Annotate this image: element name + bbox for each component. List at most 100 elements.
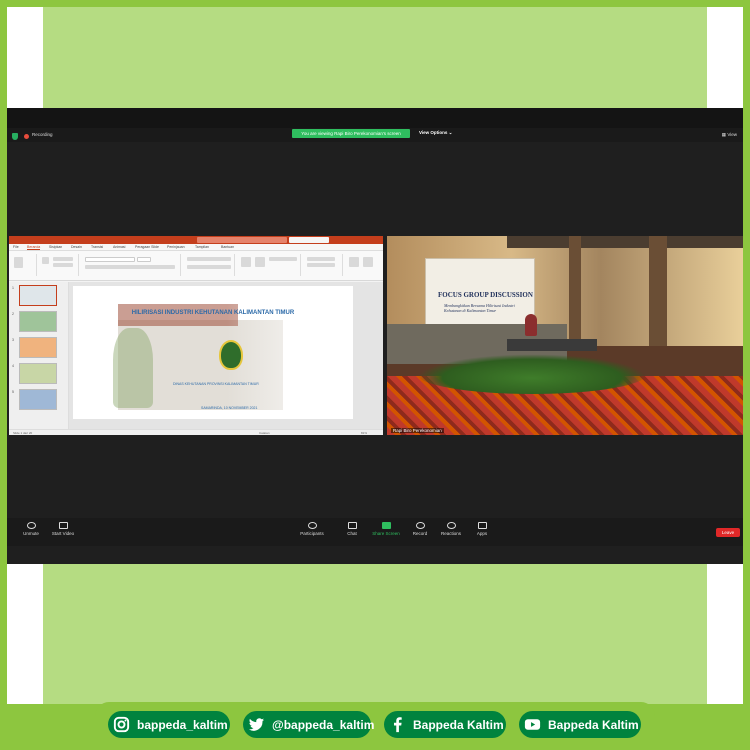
banner-subtitle: Membangkitkan Bersama Hilirisasi Industr… [444, 303, 515, 313]
participant-name-tag: Rapi Biro Perekonomian [391, 428, 444, 433]
ppt-tab[interactable]: File [13, 245, 19, 249]
ribbon-group-voice [345, 254, 379, 276]
microphone-muted-icon [26, 522, 36, 529]
security-shield-icon[interactable] [12, 133, 18, 140]
new-slide-icon[interactable] [42, 257, 49, 264]
view-options-button[interactable]: View Options ⌄ [419, 130, 452, 136]
zoom-meeting-toolbar: Unmute Start Video Participants Chat Sha… [7, 518, 743, 546]
thumb-number: 4 [12, 364, 14, 368]
ppt-tab-active[interactable]: Beranda [27, 245, 41, 250]
view-options-label: View Options [419, 130, 448, 135]
start-video-button[interactable]: Start Video [43, 522, 83, 536]
viewing-screen-banner: You are viewing Rapi Biro Perekonomian's… [292, 129, 410, 138]
shared-screen-powerpoint[interactable]: File Beranda Sisipkan Desain Transisi An… [9, 236, 383, 435]
banner-title: FOCUS GROUP DISCUSSION [438, 291, 533, 299]
zoom-window: Recording You are viewing Rapi Biro Pere… [7, 108, 743, 564]
ppt-record-area[interactable] [289, 237, 329, 243]
leave-button[interactable]: Leave [716, 528, 740, 537]
panel-table [507, 339, 597, 351]
plant-arrangement [417, 354, 647, 394]
ppt-tab[interactable]: Desain [71, 245, 82, 249]
slide-thumbnail[interactable] [19, 389, 57, 410]
start-video-label: Start Video [51, 531, 75, 536]
zoom-level[interactable]: 81% [361, 431, 367, 435]
ppt-tab[interactable]: Transisi [91, 245, 103, 249]
thumb-number: 3 [12, 338, 14, 342]
record-label: Record [412, 531, 428, 536]
slide-counter: Slide 1 dari 20 [13, 431, 33, 435]
find-icon[interactable] [307, 257, 335, 261]
view-label: View [727, 132, 737, 137]
ppt-tab[interactable]: Tampilan [195, 245, 209, 249]
chat-label: Chat [347, 531, 357, 536]
apps-grid-icon [477, 522, 487, 529]
ribbon-group-slides [39, 254, 79, 276]
slide-date: SAMARINDA, 10 NOVEMBER 2021 [201, 406, 258, 410]
recording-label: Recording [32, 132, 53, 137]
ppt-ribbon-tabs: File Beranda Sisipkan Desain Transisi An… [9, 244, 383, 251]
dictate-icon[interactable] [349, 257, 359, 267]
slide-editing-area[interactable]: HILIRISASI INDUSTRI KEHUTANAN KALIMANTAN… [69, 282, 383, 429]
list-icons[interactable] [187, 257, 231, 261]
view-button[interactable]: ▦ View [722, 132, 737, 138]
ppt-tab[interactable]: Bantuan [221, 245, 234, 249]
ppt-tab[interactable]: Sisipkan [49, 245, 62, 249]
share-screen-icon [381, 522, 391, 529]
instagram-pill[interactable]: bappeda_kaltim [108, 711, 230, 738]
slide-thumbnail[interactable] [19, 337, 57, 358]
slide-thumbnail[interactable] [19, 363, 57, 384]
facebook-pill[interactable]: Bappeda Kaltim [384, 711, 506, 738]
youtube-name: Bappeda Kaltim [548, 717, 639, 732]
slide-fade-overlay [73, 286, 353, 419]
participant-video-feed[interactable]: FOCUS GROUP DISCUSSION Membangkitkan Ber… [387, 236, 743, 435]
slide-title: HILIRISASI INDUSTRI KEHUTANAN KALIMANTAN… [131, 310, 295, 316]
font-name-select[interactable] [85, 257, 135, 262]
record-icon [415, 522, 425, 529]
replace-icon[interactable] [307, 263, 335, 267]
current-slide[interactable]: HILIRISASI INDUSTRI KEHUTANAN KALIMANTAN… [73, 286, 353, 419]
ppt-search-box[interactable] [197, 237, 287, 243]
youtube-icon [523, 715, 542, 734]
slide-thumbnail[interactable] [19, 285, 57, 306]
kaltim-emblem-logo [219, 340, 243, 370]
layout-icon[interactable] [53, 257, 73, 261]
zoom-top-strip [7, 108, 743, 128]
font-format-icons[interactable] [85, 265, 175, 269]
twitter-bird-icon [247, 715, 266, 734]
participants-label: Participants [300, 531, 324, 536]
font-size-select[interactable] [137, 257, 151, 262]
ribbon-group-paragraph [183, 254, 235, 276]
chat-bubble-icon [347, 522, 357, 529]
arrange-icon[interactable] [255, 257, 265, 267]
align-icons[interactable] [187, 265, 231, 269]
facebook-name: Bappeda Kaltim [413, 717, 504, 732]
shape-fill-icon[interactable] [269, 257, 297, 261]
twitter-pill[interactable]: @bappeda_kaltim [243, 711, 375, 738]
participants-button[interactable]: Participants [292, 522, 332, 536]
ppt-tab[interactable]: Animasi [113, 245, 125, 249]
share-screen-label: Share Screen [372, 531, 400, 536]
room-ceiling [507, 236, 743, 248]
unmute-label: Unmute [23, 531, 39, 536]
designer-icon[interactable] [363, 257, 373, 267]
youtube-pill[interactable]: Bappeda Kaltim [519, 711, 641, 738]
ppt-tab[interactable]: Peninjauan [167, 245, 185, 249]
shapes-icon[interactable] [241, 257, 251, 267]
ppt-ribbon [9, 251, 383, 281]
ribbon-group-editing [303, 254, 343, 276]
ppt-tab[interactable]: Peragaan Slide [135, 245, 159, 249]
reset-icon[interactable] [53, 263, 73, 267]
twitter-handle: @bappeda_kaltim [272, 717, 375, 732]
notes-button[interactable]: Catatan [259, 431, 270, 435]
ppt-title-bar [9, 236, 383, 244]
ppt-status-bar: Slide 1 dari 20 Catatan 81% [9, 429, 383, 435]
video-camera-off-icon [58, 522, 68, 529]
apps-button[interactable]: Apps [462, 522, 502, 536]
paste-icon[interactable] [14, 257, 23, 268]
thumb-number: 1 [12, 286, 14, 290]
participants-icon [307, 522, 317, 529]
ribbon-group-font [81, 254, 181, 276]
slide-thumbnail-pane: 1 2 3 4 5 [9, 282, 69, 429]
slide-thumbnail[interactable] [19, 311, 57, 332]
reactions-smiley-icon [446, 522, 456, 529]
